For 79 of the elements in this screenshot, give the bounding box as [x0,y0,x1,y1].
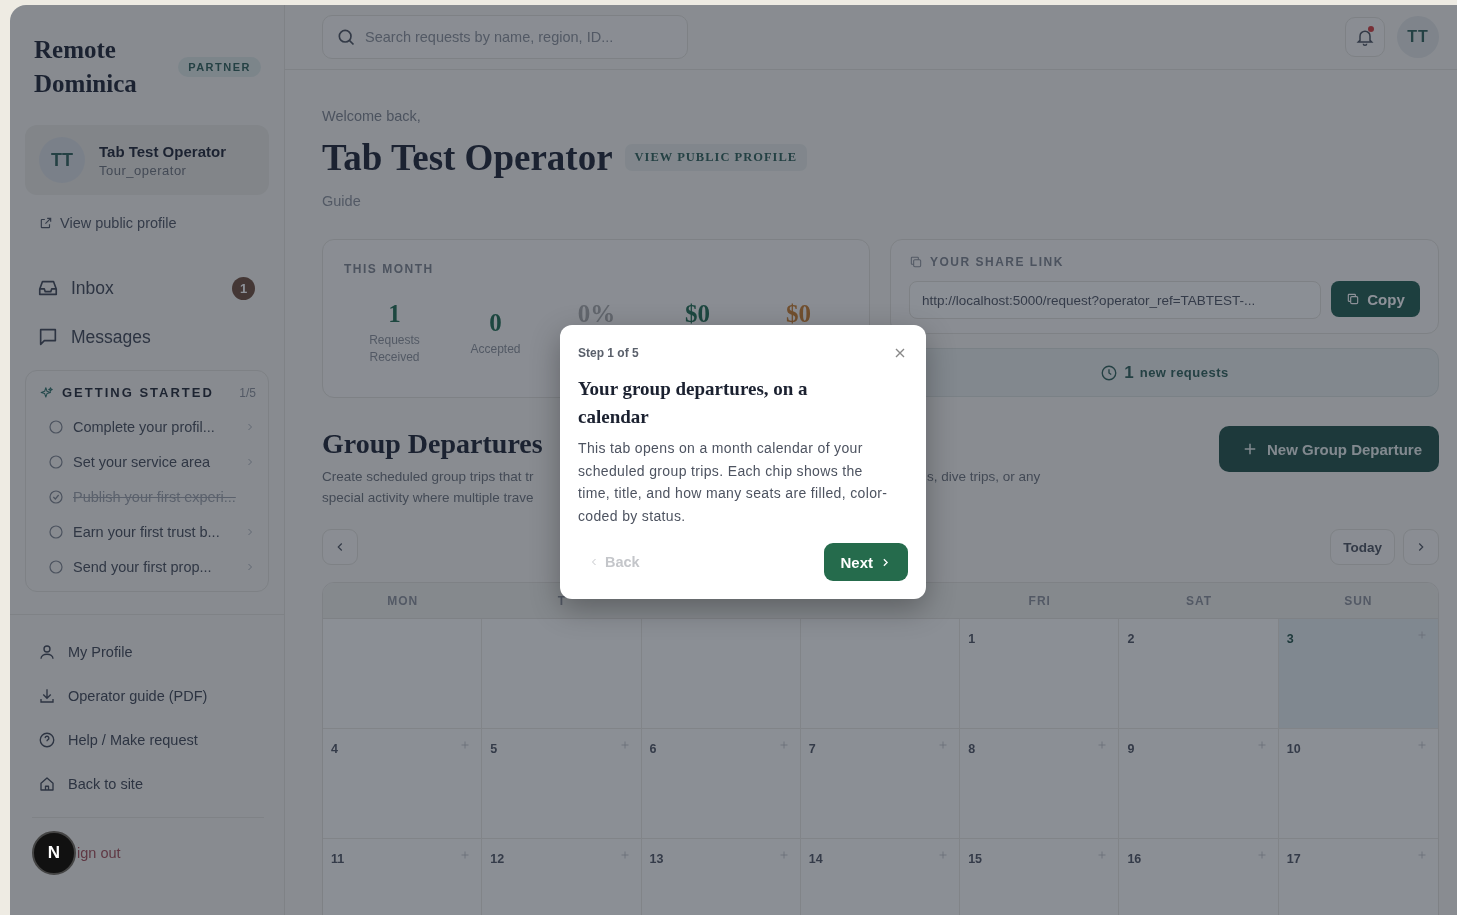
account-avatar[interactable]: TT [1397,16,1439,58]
day-number: 12 [490,852,505,866]
calendar-day-cell[interactable]: 7 [800,729,961,838]
calendar-day-cell[interactable]: 3 [1278,619,1438,728]
partner-badge: PARTNER [178,57,261,77]
description-text: s, dive trips, or any [927,468,1041,486]
copy-button[interactable]: Copy [1331,281,1420,317]
checklist-item[interactable]: Earn your first trust b... [40,524,256,540]
step-counter: Step 1 of 5 [578,346,639,360]
user-role: Tour_operator [99,162,188,178]
calendar-day-cell[interactable]: 8 [960,729,1120,838]
stat-value: 0 [489,309,502,337]
day-number: 8 [968,742,976,756]
user-avatar: TT [39,137,85,183]
calendar-day-cell[interactable]: 9 [1119,729,1279,838]
section-title: Group Departures [322,428,543,460]
calendar-day-cell[interactable]: 11 [323,839,483,915]
nav-item[interactable]: Messages [37,324,255,350]
calendar-day-cell[interactable]: 2 [1119,619,1279,728]
calendar-day-cell[interactable]: 14 [800,839,961,915]
description-text: special activity where multiple trave [322,489,535,507]
today-button[interactable]: Today [1330,529,1395,565]
day-number: 10 [1286,742,1301,756]
sidebar-link[interactable]: Back to site [38,775,264,793]
new-group-departure-button[interactable]: New Group Departure [1218,426,1439,472]
day-number: 1 [968,632,976,646]
unread-count-badge: 1 [232,276,255,300]
welcome-text: Welcome back, [322,108,422,124]
checklist-item[interactable]: Set your service area [40,454,256,470]
day-number: 2 [1127,632,1135,646]
day-number: 6 [649,742,657,756]
sidebar-link[interactable]: My Profile [38,643,264,661]
page-title: Tab Test Operator [322,136,613,179]
calendar-day-cell[interactable]: 5 [482,729,642,838]
checklist-item[interactable]: Complete your profil... [40,419,256,435]
nav-item[interactable]: Inbox 1 [37,275,255,301]
view-public-profile-button[interactable]: VIEW PUBLIC PROFILE [624,144,808,171]
day-number: 7 [808,742,816,756]
day-number: 13 [649,852,664,866]
stat-value: $0 [685,300,710,328]
day-number: 9 [1127,742,1135,756]
user-card[interactable]: TT Tab Test Operator Tour_operator [25,125,269,195]
day-number: 14 [808,852,823,866]
share-link-title: YOUR SHARE LINK [930,255,1064,269]
stat-value: $0 [786,300,811,328]
next-button[interactable]: Next [824,543,908,581]
sidebar-link[interactable]: Operator guide (PDF) [38,687,264,705]
day-number: 5 [490,742,498,756]
calendar-day-cell[interactable]: 15 [960,839,1120,915]
day-number: 16 [1127,852,1142,866]
day-number: 17 [1286,852,1301,866]
brand-logo[interactable]: Remote Dominica [34,33,164,101]
checklist-item[interactable]: Send your first prop... [40,559,256,575]
user-name: Tab Test Operator [99,142,226,160]
calendar-day-cell[interactable]: 17 [1278,839,1438,915]
stats-title: THIS MONTH [344,262,435,276]
calendar-day-cell[interactable]: 6 [641,729,801,838]
share-url-field[interactable]: http://localhost:5000/request?operator_ref=TABTEST-... [909,281,1321,319]
description-text: Create scheduled group trips that tr [322,468,535,486]
sidebar-link[interactable]: Help / Make request [38,731,264,749]
calendar-day-cell[interactable]: 1 [960,619,1120,728]
calendar-day-cell[interactable]: 16 [1119,839,1279,915]
stat-value: 1 [388,300,401,328]
dev-indicator-badge[interactable]: N [32,831,76,875]
calendar-day-cell[interactable]: 4 [323,729,483,838]
day-number: 3 [1286,632,1294,646]
calendar-day-cell[interactable]: 12 [482,839,642,915]
getting-started-title: GETTING STARTED [62,385,215,400]
day-number: 11 [331,852,345,866]
new-requests-count: 1 [1124,362,1134,383]
sign-out-link[interactable]: ign out [77,845,121,861]
new-requests-label: new requests [1139,365,1229,380]
tour-title: Your group departures, on a calendar [578,377,809,429]
day-number: 4 [331,742,338,756]
day-number: 15 [968,852,983,866]
tour-body: This tab opens on a month calendar of your scheduled group trips. Each chip shows the time, title, and how many seats are filled, color-coded by status. [578,439,889,526]
calendar-day-cell[interactable]: 10 [1278,729,1438,838]
calendar-day-cell[interactable]: 13 [641,839,801,915]
view-public-profile-link[interactable]: View public profile [39,215,177,231]
